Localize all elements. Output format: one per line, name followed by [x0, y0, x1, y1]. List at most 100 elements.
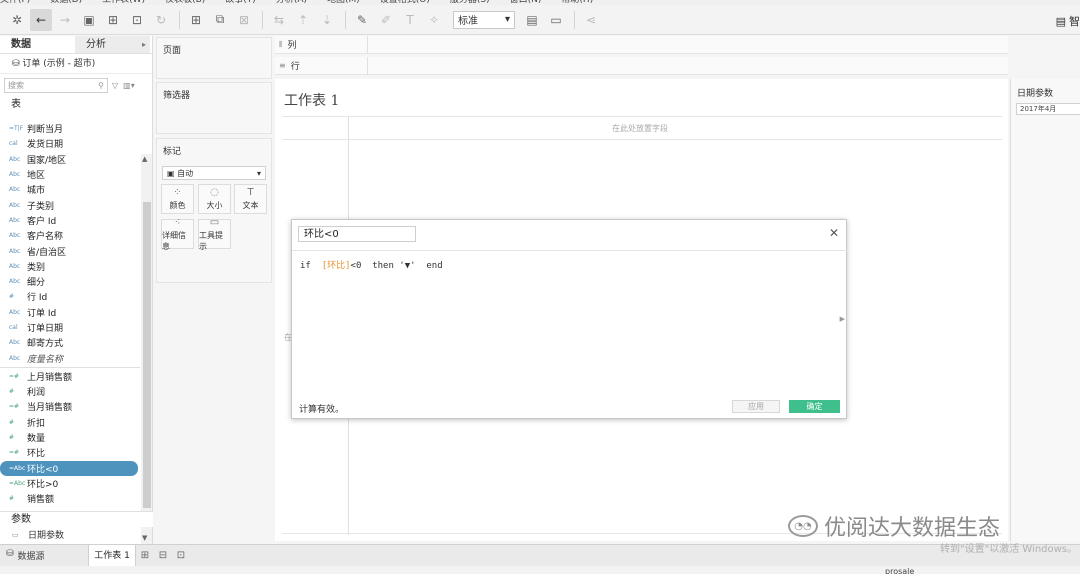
field-label: 发货日期: [27, 140, 64, 151]
tab-analysis[interactable]: 分析 ▸: [75, 36, 150, 53]
text-button[interactable]: T 文本: [234, 184, 267, 214]
sheet-tabs-bar: ⛁ 数据源 工作表 1 ⊞ ⊟ ⊡: [0, 544, 1080, 567]
formula-editor[interactable]: if [环比]<0 then '▼' end: [300, 258, 443, 271]
label-icon[interactable]: T: [399, 9, 421, 31]
field-label: 环比>0: [27, 479, 59, 490]
field-label: 行 Id: [27, 293, 48, 304]
show-cards-icon[interactable]: ▤: [521, 9, 543, 31]
field-item[interactable]: # 利润: [0, 384, 140, 399]
chevron-down-icon: ▸: [141, 40, 146, 49]
mark-type-select[interactable]: ▣ 自动 ▾: [162, 166, 266, 180]
worksheet-title[interactable]: 工作表 1: [284, 90, 339, 110]
field-type-icon: #: [9, 495, 15, 503]
rows-shelf[interactable]: ≡ 行: [275, 57, 1008, 75]
field-item[interactable]: Abc 邮寄方式: [0, 335, 140, 350]
wechat-icon: ◔◔: [788, 515, 818, 537]
field-item[interactable]: Abc 子类别: [0, 197, 140, 212]
field-item[interactable]: # 销售额: [0, 491, 140, 506]
datasource-item[interactable]: ⛁ 订单 (示例 - 超市): [0, 54, 152, 74]
field-item[interactable]: Abc 度量名称: [0, 350, 140, 365]
field-type-icon: Abc: [9, 216, 21, 224]
scroll-thumb[interactable]: [143, 202, 151, 508]
apply-button[interactable]: 应用: [732, 400, 780, 413]
detail-button[interactable]: ⁖ 详细信息: [161, 216, 194, 251]
new-sheet-icon[interactable]: ⊞: [185, 9, 207, 31]
field-item[interactable]: # 折扣: [0, 415, 140, 430]
expand-arrow-icon[interactable]: ▶: [840, 315, 845, 323]
new-worksheet-icon[interactable]: ⊞: [136, 550, 154, 561]
field-item[interactable]: Abc 客户 Id: [0, 213, 140, 228]
field-type-icon: =#: [9, 403, 20, 411]
parameter-value-input[interactable]: 2017年4月: [1016, 103, 1080, 115]
field-item[interactable]: # 行 Id: [0, 289, 140, 304]
save-icon[interactable]: ▣: [78, 9, 100, 31]
column-drop-zone[interactable]: 在此处放置字段: [612, 123, 668, 134]
color-button[interactable]: ⁘ 颜色: [161, 184, 194, 214]
pages-card[interactable]: 页面: [156, 37, 272, 79]
field-type-icon: =Abc: [9, 464, 26, 472]
field-item[interactable]: =# 环比: [0, 445, 140, 460]
tab-sheet-1[interactable]: 工作表 1: [88, 544, 136, 567]
swap-icon[interactable]: ⇆: [268, 9, 290, 31]
close-icon[interactable]: ✕: [829, 226, 839, 240]
field-item[interactable]: =# 当月销售额: [0, 399, 140, 414]
duplicate-sheet-icon[interactable]: ⧉: [209, 9, 231, 31]
fit-select[interactable]: 标准 ▾: [453, 10, 515, 29]
tab-datasource[interactable]: ⛁ 数据源: [0, 549, 88, 562]
tab-data[interactable]: 数据: [0, 36, 75, 53]
show-me-button[interactable]: ▤ 智: [1056, 13, 1080, 29]
field-item[interactable]: =# 上月销售额: [0, 369, 140, 384]
ok-button[interactable]: 确定: [789, 400, 840, 413]
highlight-icon[interactable]: ✎: [351, 9, 373, 31]
search-input[interactable]: 搜索 ⚲: [4, 77, 108, 93]
field-label: 地区: [27, 171, 46, 182]
columns-icon: ⦀: [279, 39, 283, 49]
field-item[interactable]: Abc 地区: [0, 167, 140, 182]
field-item[interactable]: # 数量: [0, 430, 140, 445]
field-label: 国家/地区: [27, 155, 67, 166]
field-item[interactable]: Abc 省/自治区: [0, 243, 140, 258]
field-item[interactable]: Abc 订单 Id: [0, 305, 140, 320]
pause-update-icon[interactable]: ⊡: [126, 9, 148, 31]
calc-name-input[interactable]: 环比<0: [298, 226, 416, 242]
field-item[interactable]: =Abc 环比>0: [0, 476, 140, 491]
field-item[interactable]: Abc 客户名称: [0, 228, 140, 243]
field-label: 城市: [27, 186, 46, 197]
tableau-logo-icon[interactable]: ✲: [6, 9, 28, 31]
sort-asc-icon[interactable]: ⇡: [292, 9, 314, 31]
filters-card[interactable]: 筛选器: [156, 82, 272, 134]
pin-icon[interactable]: ✧: [423, 9, 445, 31]
field-item[interactable]: cal 发货日期: [0, 136, 140, 151]
new-story-icon[interactable]: ⊡: [172, 550, 190, 561]
view-options-icon[interactable]: ▥▾: [123, 81, 135, 90]
tooltip-icon: ▭: [209, 216, 220, 228]
tooltip-button[interactable]: ▭ 工具提示: [198, 216, 231, 251]
field-type-icon: =#: [9, 449, 20, 457]
presentation-icon[interactable]: ▭: [545, 9, 567, 31]
clear-sheet-icon[interactable]: ⊠: [233, 9, 255, 31]
section-parameters: 参数: [0, 511, 153, 527]
parameter-item[interactable]: ▭ 日期参数: [0, 527, 153, 542]
section-table: 表: [11, 99, 21, 110]
forward-icon[interactable]: →: [54, 9, 76, 31]
field-item[interactable]: Abc 类别: [0, 259, 140, 274]
size-button[interactable]: ◌ 大小: [198, 184, 231, 214]
back-icon[interactable]: ←: [30, 8, 52, 31]
field-item[interactable]: Abc 细分: [0, 274, 140, 289]
field-scrollbar[interactable]: ▲ ▼: [141, 154, 152, 545]
field-item[interactable]: =T|F 判断当月: [0, 121, 140, 136]
new-datasource-icon[interactable]: ⊞: [102, 9, 124, 31]
field-item[interactable]: cal 订单日期: [0, 320, 140, 335]
field-item[interactable]: Abc 国家/地区: [0, 152, 140, 167]
field-item[interactable]: =Abc 环比<0: [0, 460, 138, 476]
new-dashboard-icon[interactable]: ⊟: [154, 550, 172, 561]
filter-icon[interactable]: ▽: [112, 81, 118, 90]
detail-dots-icon: ⁖: [174, 216, 181, 228]
scroll-up-icon[interactable]: ▲: [142, 155, 147, 163]
columns-shelf[interactable]: ⦀ 列: [275, 36, 1008, 54]
refresh-icon[interactable]: ↻: [150, 9, 172, 31]
share-icon[interactable]: ⋖: [580, 9, 602, 31]
sort-desc-icon[interactable]: ⇣: [316, 9, 338, 31]
group-icon[interactable]: ✐: [375, 9, 397, 31]
field-item[interactable]: Abc 城市: [0, 182, 140, 197]
